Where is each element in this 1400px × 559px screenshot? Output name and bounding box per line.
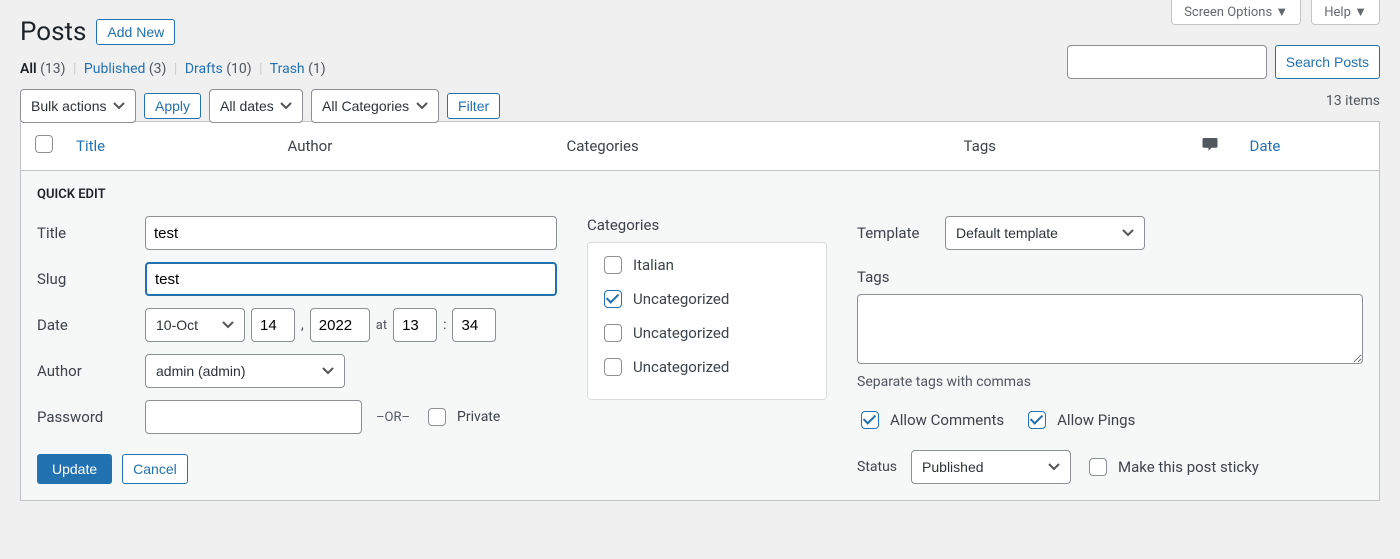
tags-textarea[interactable] (857, 294, 1363, 364)
template-label: Template (857, 224, 937, 242)
screen-options-tab[interactable]: Screen Options ▼ (1171, 0, 1301, 25)
private-checkbox[interactable] (428, 408, 446, 426)
bulk-actions-select[interactable]: Bulk actions (20, 89, 136, 123)
col-comments[interactable] (1180, 122, 1240, 171)
slug-input[interactable] (145, 262, 557, 296)
sticky-option[interactable]: Make this post sticky (1085, 455, 1259, 479)
date-label: Date (37, 316, 137, 334)
status-select[interactable]: Published (911, 450, 1071, 484)
date-filter-select[interactable]: All dates (209, 89, 303, 123)
year-input[interactable] (310, 308, 370, 342)
comment-icon (1200, 139, 1220, 157)
view-trash[interactable]: Trash (1) (270, 61, 326, 77)
categories-box: Italian Uncategorized Uncategorized Unca… (587, 242, 827, 400)
minute-input[interactable] (452, 308, 496, 342)
category-checkbox[interactable] (604, 324, 622, 342)
password-label: Password (37, 408, 137, 426)
category-item[interactable]: Italian (600, 253, 814, 277)
template-select[interactable]: Default template (945, 216, 1145, 250)
day-input[interactable] (251, 308, 295, 342)
allow-comments-checkbox[interactable] (861, 411, 879, 429)
cancel-button[interactable]: Cancel (122, 454, 188, 484)
search-input[interactable] (1067, 45, 1267, 79)
view-all[interactable]: All (13) (20, 61, 66, 77)
or-separator: –OR– (376, 410, 410, 425)
tags-hint: Separate tags with commas (857, 374, 1363, 390)
password-input[interactable] (145, 400, 362, 434)
filter-button[interactable]: Filter (447, 93, 500, 119)
category-checkbox[interactable] (604, 290, 622, 308)
category-filter-select[interactable]: All Categories (311, 89, 439, 123)
select-all-checkbox[interactable] (35, 135, 53, 153)
slug-label: Slug (37, 270, 137, 288)
view-published[interactable]: Published (3) (84, 61, 167, 77)
status-label: Status (857, 459, 897, 475)
update-button[interactable]: Update (37, 454, 112, 484)
title-input[interactable] (145, 216, 557, 250)
page-title: Posts (20, 17, 86, 47)
col-author: Author (278, 122, 557, 171)
category-item[interactable]: Uncategorized (600, 355, 814, 379)
month-select[interactable]: 10-Oct (145, 308, 245, 342)
at-label: at (376, 318, 387, 333)
col-title[interactable]: Title (66, 122, 278, 171)
category-checkbox[interactable] (604, 256, 622, 274)
categories-heading: Categories (587, 216, 827, 234)
view-drafts[interactable]: Drafts (10) (185, 61, 252, 77)
posts-table: Title Author Categories Tags Date QUICK … (20, 121, 1380, 501)
category-item[interactable]: Uncategorized (600, 287, 814, 311)
apply-button[interactable]: Apply (144, 93, 201, 119)
col-tags: Tags (954, 122, 1180, 171)
tags-heading: Tags (857, 268, 1363, 286)
category-item[interactable]: Uncategorized (600, 321, 814, 345)
search-posts-button[interactable]: Search Posts (1275, 45, 1380, 79)
quick-edit-legend: QUICK EDIT (37, 187, 1363, 202)
help-tab[interactable]: Help ▼ (1311, 0, 1380, 25)
add-new-button[interactable]: Add New (96, 19, 175, 45)
author-select[interactable]: admin (admin) (145, 354, 345, 388)
allow-pings-checkbox[interactable] (1028, 411, 1046, 429)
title-label: Title (37, 224, 137, 242)
author-label: Author (37, 362, 137, 380)
allow-comments-option[interactable]: Allow Comments (857, 408, 1004, 432)
category-checkbox[interactable] (604, 358, 622, 376)
col-categories: Categories (557, 122, 954, 171)
hour-input[interactable] (393, 308, 437, 342)
sticky-checkbox[interactable] (1089, 458, 1107, 476)
col-date[interactable]: Date (1240, 122, 1380, 171)
allow-pings-option[interactable]: Allow Pings (1024, 408, 1135, 432)
private-label: Private (457, 409, 500, 425)
